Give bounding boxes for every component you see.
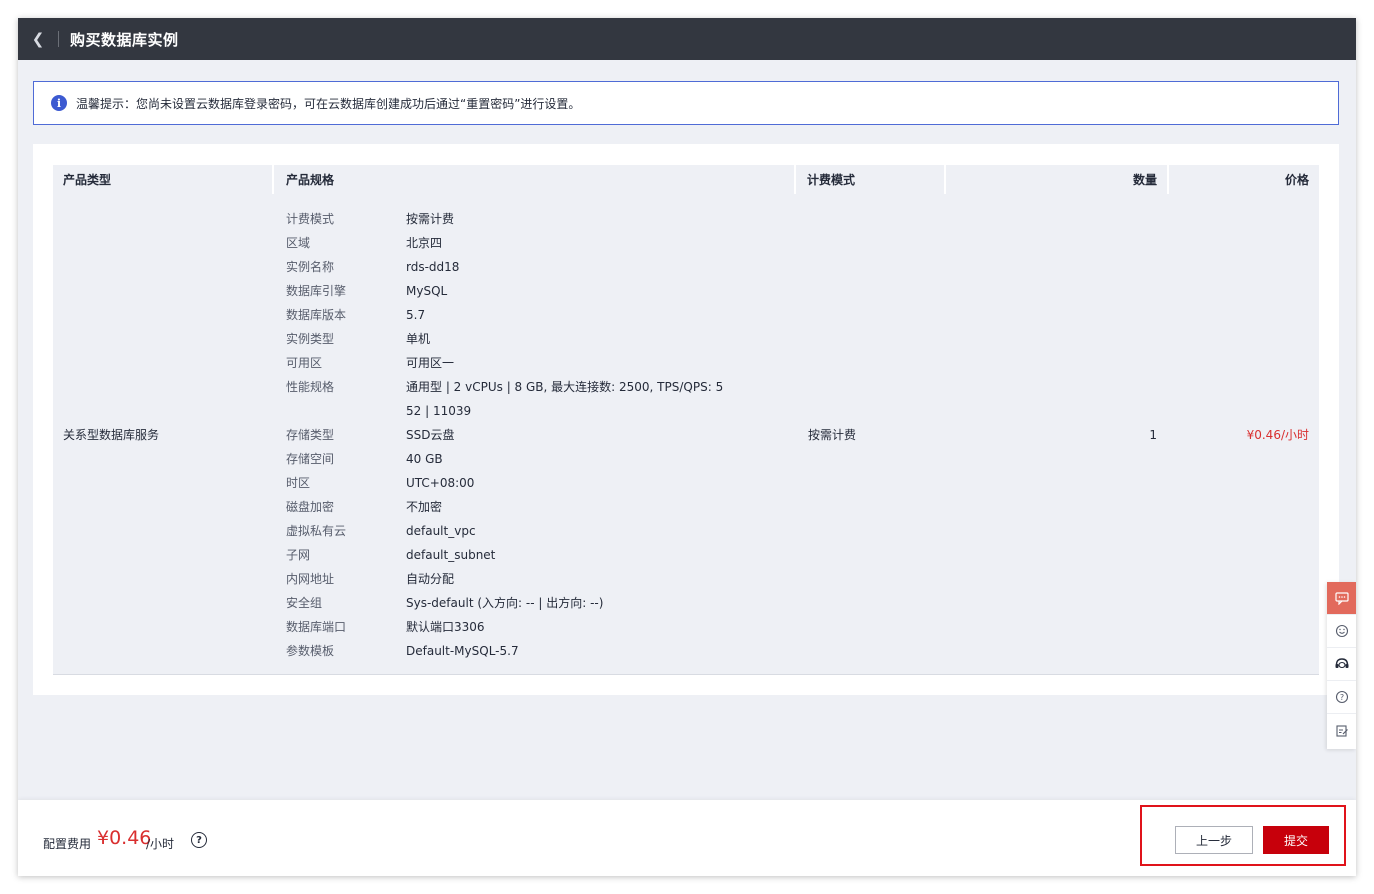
spec-value: Sys-default (入方向: -- | 出方向: --): [406, 596, 604, 610]
spec-key: 存储类型: [286, 428, 335, 442]
notice-text: 温馨提示：您尚未设置云数据库登录密码，可在云数据库创建成功后通过“重置密码”进行…: [76, 96, 581, 111]
spec-row: 数据库引擎 MySQL: [286, 279, 726, 303]
spec-row: 可用区 可用区一: [286, 351, 726, 375]
spec-value: default_vpc: [406, 524, 476, 538]
headset-icon[interactable]: [1327, 648, 1356, 681]
side-toolbar: ?: [1327, 582, 1356, 749]
quantity: 1: [1149, 427, 1157, 442]
spec-key: 子网: [286, 548, 311, 562]
spec-value: 自动分配: [406, 572, 455, 586]
footer-bar: 配置费用 ¥0.46 /小时 ? 上一步 提交: [18, 800, 1356, 876]
spec-row: 安全组 Sys-default (入方向: -- | 出方向: --): [286, 591, 726, 615]
spec-row: 时区 UTC+08:00: [286, 471, 726, 495]
spec-key: 实例类型: [286, 332, 335, 346]
info-icon: i: [51, 95, 67, 111]
spec-row: 存储空间 40 GB: [286, 447, 726, 471]
title-separator: [58, 31, 59, 47]
spec-row: 参数模板 Default-MySQL-5.7: [286, 639, 726, 663]
page-title: 购买数据库实例: [70, 30, 179, 49]
spec-key: 时区: [286, 476, 311, 490]
spec-key: 安全组: [286, 596, 323, 610]
spec-key: 区域: [286, 236, 311, 250]
header-spec: 产品规格: [274, 165, 796, 194]
smile-icon[interactable]: [1327, 615, 1356, 648]
header-type: 产品类型: [53, 165, 274, 194]
table-header: 产品类型 产品规格 计费模式 数量 价格: [53, 165, 1319, 194]
spec-value: 北京四: [406, 236, 443, 250]
header-qty: 数量: [946, 165, 1169, 194]
spec-row: 存储类型 SSD云盘: [286, 423, 726, 447]
spec-key: 虚拟私有云: [286, 524, 347, 538]
spec-value: UTC+08:00: [406, 476, 475, 490]
spec-key: 性能规格: [286, 380, 335, 394]
order-card: 产品类型 产品规格 计费模式 数量 价格 关系型数据库服务 计费模式 按需计费 区域…: [33, 144, 1339, 695]
spec-row: 区域 北京四: [286, 231, 726, 255]
spec-row: 52 | 11039: [286, 399, 726, 423]
spec-row: 虚拟私有云 default_vpc: [286, 519, 726, 543]
spec-value: default_subnet: [406, 548, 496, 562]
spec-value: 按需计费: [406, 212, 455, 226]
spec-value: 可用区一: [406, 356, 455, 370]
billing-mode: 按需计费: [808, 428, 857, 442]
fee-amount: ¥0.46: [97, 827, 152, 849]
spec-row: 性能规格 通用型 | 2 vCPUs | 8 GB, 最大连接数: 2500, T…: [286, 375, 726, 399]
product-type: 关系型数据库服务: [63, 428, 160, 442]
spec-key: 实例名称: [286, 260, 335, 274]
spec-row: 实例名称 rds-dd18: [286, 255, 726, 279]
spec-row: 数据库版本 5.7: [286, 303, 726, 327]
spec-key: 数据库端口: [286, 620, 347, 634]
spec-value: 不加密: [406, 500, 443, 514]
help-circle-icon[interactable]: ?: [1327, 681, 1356, 714]
spec-key: 磁盘加密: [286, 500, 335, 514]
spec-value: SSD云盘: [406, 428, 455, 442]
spec-row: 数据库端口 默认端口3306: [286, 615, 726, 639]
spec-key: 内网地址: [286, 572, 335, 586]
help-icon[interactable]: ?: [191, 832, 207, 848]
purchase-window: ❮ 购买数据库实例 i 温馨提示：您尚未设置云数据库登录密码，可在云数据库创建成…: [18, 18, 1356, 876]
edit-note-icon[interactable]: [1327, 714, 1356, 747]
fee-unit: /小时: [146, 837, 175, 851]
spec-value: 通用型 | 2 vCPUs | 8 GB, 最大连接数: 2500, TPS/Q…: [406, 380, 724, 394]
spec-value: rds-dd18: [406, 260, 460, 274]
spec-value: 40 GB: [406, 452, 443, 466]
spec-row: 子网 default_subnet: [286, 543, 726, 567]
fee-label: 配置费用: [43, 837, 92, 851]
spec-value: MySQL: [406, 284, 448, 298]
header-price: 价格: [1284, 173, 1309, 187]
price: ¥0.46/小时: [1246, 428, 1309, 442]
spec-value: 默认端口3306: [406, 620, 485, 634]
spec-key: 数据库版本: [286, 308, 347, 322]
spec-key: [286, 399, 406, 423]
svg-text:?: ?: [1339, 693, 1343, 702]
spec-key: 数据库引擎: [286, 284, 347, 298]
spec-key: 可用区: [286, 356, 323, 370]
spec-list: 计费模式 按需计费区域 北京四实例名称 rds-dd18 数据库引擎 MySQL 数据库版本…: [286, 207, 726, 663]
spec-row: 内网地址 自动分配: [286, 567, 726, 591]
spec-value: 5.7: [406, 308, 426, 322]
spec-row: 计费模式 按需计费: [286, 207, 726, 231]
submit-button[interactable]: 提交: [1263, 826, 1329, 854]
spec-value: 52 | 11039: [406, 404, 472, 418]
top-bar: ❮ 购买数据库实例: [18, 18, 1356, 60]
spec-row: 实例类型 单机: [286, 327, 726, 351]
table-row: 关系型数据库服务 计费模式 按需计费 区域 北京四 实例名称 rds-dd18 数据库引擎 M…: [53, 194, 1319, 675]
header-mode: 计费模式: [796, 165, 946, 194]
spec-key: 计费模式: [286, 212, 335, 226]
previous-step-button[interactable]: 上一步: [1175, 826, 1253, 854]
chevron-left-icon[interactable]: ❮: [18, 18, 58, 60]
spec-key: 参数模板: [286, 644, 335, 658]
tip-notice: i 温馨提示：您尚未设置云数据库登录密码，可在云数据库创建成功后通过“重置密码”…: [33, 81, 1339, 125]
spec-row: 磁盘加密 不加密: [286, 495, 726, 519]
spec-value: 单机: [406, 332, 431, 346]
spec-key: 存储空间: [286, 452, 335, 466]
chat-icon[interactable]: [1327, 582, 1356, 615]
spec-value: Default-MySQL-5.7: [406, 644, 519, 658]
